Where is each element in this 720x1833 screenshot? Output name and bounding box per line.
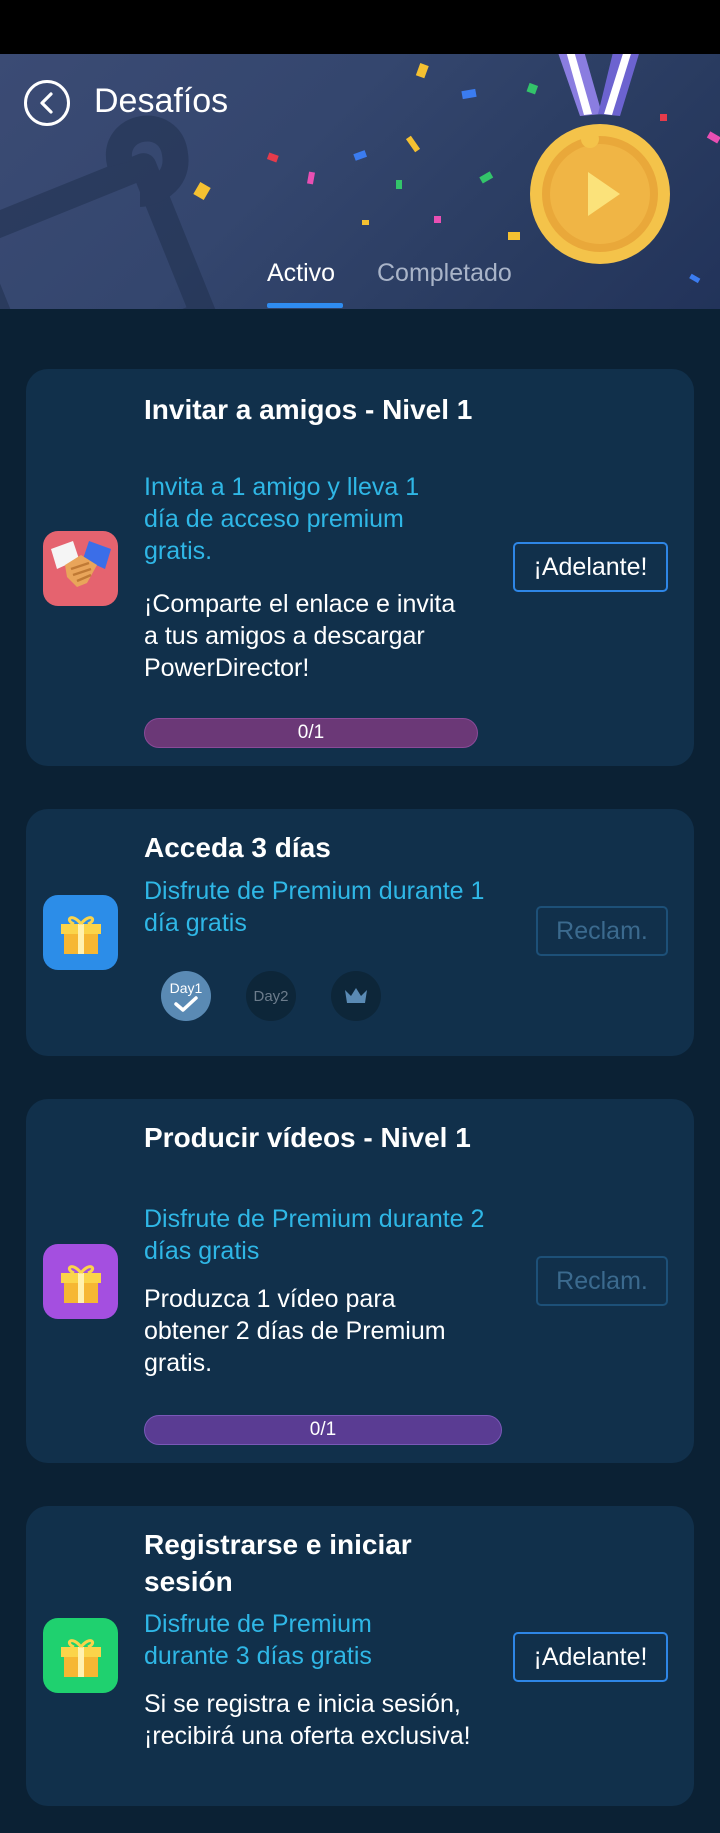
crown-badge xyxy=(331,971,381,1021)
tab-bar: Activo Completado xyxy=(0,259,720,309)
challenge-card-invite: Invitar a amigos - Nivel 1 Invita a 1 am… xyxy=(26,369,694,766)
gift-icon xyxy=(43,1244,118,1319)
progress-bar: 0/1 xyxy=(144,718,478,748)
back-button[interactable] xyxy=(24,80,70,126)
progress-bar: 0/1 xyxy=(144,1415,502,1445)
challenge-card-access-days: Acceda 3 días Disfrute de Premium durant… xyxy=(26,809,694,1056)
page-title: Desafíos xyxy=(94,82,229,120)
tab-activo[interactable]: Activo xyxy=(267,259,335,288)
challenge-reward: Invita a 1 amigo y lleva 1 día de acceso… xyxy=(144,473,420,565)
active-tab-indicator xyxy=(267,303,343,308)
status-bar xyxy=(0,0,720,54)
challenge-title: Acceda 3 días xyxy=(144,832,331,863)
challenge-title: Producir vídeos - Nivel 1 xyxy=(144,1122,471,1153)
chevron-left-icon xyxy=(40,92,53,114)
progress-label: 0/1 xyxy=(297,722,325,743)
challenge-title: Registrarse e iniciar sesión xyxy=(144,1529,412,1597)
header-banner: Desafíos Activo Completado xyxy=(0,54,720,309)
gift-icon xyxy=(43,895,118,970)
challenge-reward: Disfrute de Premium durante 1 día gratis xyxy=(144,877,485,937)
day1-checked-badge: Day1 xyxy=(161,971,211,1021)
challenge-title: Invitar a amigos - Nivel 1 xyxy=(144,394,473,425)
adelante-button[interactable]: ¡Adelante! xyxy=(513,542,668,592)
challenge-card-produce-videos: Producir vídeos - Nivel 1 Disfrute de Pr… xyxy=(26,1099,694,1463)
challenge-description: Si se registra e inicia sesión, ¡recibir… xyxy=(144,1690,471,1750)
challenge-description: Produzca 1 vídeo para obtener 2 días de … xyxy=(144,1285,446,1377)
medal-icon xyxy=(530,54,670,264)
crown-icon xyxy=(345,988,367,1003)
day2-label: Day2 xyxy=(253,987,289,1005)
adelante-button[interactable]: ¡Adelante! xyxy=(513,1632,668,1682)
progress-label: 0/1 xyxy=(309,1419,337,1440)
day1-label: Day1 xyxy=(169,980,203,996)
checkmark-icon xyxy=(174,996,198,1012)
day2-badge: Day2 xyxy=(246,971,296,1021)
challenge-reward: Disfrute de Premium durante 3 días grati… xyxy=(144,1610,372,1670)
challenge-description: ¡Comparte el enlace e invita a tus amigo… xyxy=(144,590,456,682)
tab-completado[interactable]: Completado xyxy=(377,259,512,288)
challenge-reward: Disfrute de Premium durante 2 días grati… xyxy=(144,1205,485,1265)
reclamar-button[interactable]: Reclam. xyxy=(536,1256,668,1306)
challenge-card-register: Registrarse e iniciar sesión Disfrute de… xyxy=(26,1506,694,1806)
gift-icon xyxy=(43,1618,118,1693)
reclamar-button[interactable]: Reclam. xyxy=(536,906,668,956)
handshake-icon xyxy=(43,531,118,606)
